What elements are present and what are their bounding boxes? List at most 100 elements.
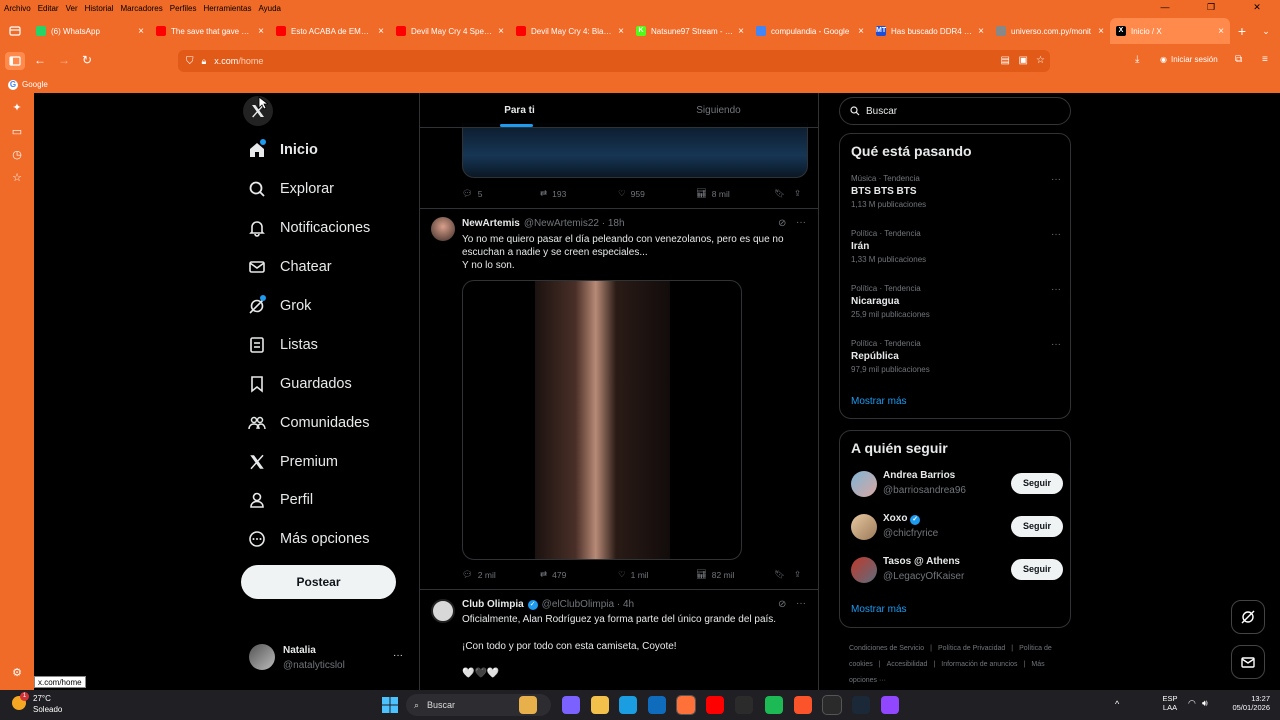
bookmark-tweet-icon[interactable]: 🔖︎ xyxy=(774,569,794,580)
edge-icon[interactable] xyxy=(619,696,637,714)
menu-marcadores[interactable]: Marcadores xyxy=(121,4,163,13)
tab-for-you[interactable]: Para ti xyxy=(420,93,619,127)
bookmark-google[interactable]: Google xyxy=(22,80,48,89)
account-switcher[interactable]: Natalia @natalyticslol ··· xyxy=(241,636,411,676)
clock[interactable]: 13:27 05/01/2026 xyxy=(1226,694,1270,712)
avatar[interactable] xyxy=(851,471,877,497)
firefox-icon[interactable] xyxy=(676,695,696,715)
avatar[interactable] xyxy=(431,599,455,623)
avatar[interactable] xyxy=(431,217,455,241)
browser-tab[interactable]: compulandia - Google × xyxy=(750,18,870,44)
browser-tab[interactable]: MT Has buscado DDR4 - P × xyxy=(870,18,990,44)
menu-ver[interactable]: Ver xyxy=(66,4,78,13)
nav-item-premium[interactable]: Premium xyxy=(248,453,338,471)
menu-historial[interactable]: Historial xyxy=(85,4,114,13)
reload-icon[interactable]: ↻ xyxy=(82,53,92,67)
menu-perfiles[interactable]: Perfiles xyxy=(170,4,197,13)
repost-button[interactable]: ⇄ 193 xyxy=(540,188,618,199)
tab-list-icon[interactable] xyxy=(0,25,30,37)
grok-fab-button[interactable] xyxy=(1231,600,1265,634)
close-window-icon[interactable]: ✕ xyxy=(1234,0,1280,16)
footer-link[interactable]: Condiciones de Servicio xyxy=(849,645,924,652)
menu-icon[interactable]: ≡ xyxy=(1262,54,1268,65)
widgets-icon[interactable] xyxy=(519,696,537,714)
trend-item[interactable]: Música · Tendencia BTS BTS BTS 1,13 M publ… xyxy=(851,174,1061,209)
volume-icon[interactable]: 🔊︎ xyxy=(1202,698,1208,709)
trend-more-icon[interactable]: ··· xyxy=(1051,284,1061,295)
close-tab-icon[interactable]: × xyxy=(378,26,384,37)
close-tab-icon[interactable]: × xyxy=(978,26,984,37)
tweet-more-icon[interactable]: ··· xyxy=(796,217,806,228)
nav-item-explorar[interactable]: Explorar xyxy=(248,180,334,198)
back-icon[interactable]: ← xyxy=(34,53,46,67)
trend-more-icon[interactable]: ··· xyxy=(1051,339,1061,350)
nav-item-guardados[interactable]: Guardados xyxy=(248,375,352,393)
tweet-author-handle[interactable]: @elClubOlimpia · 4h xyxy=(542,599,634,610)
windows-start-icon[interactable] xyxy=(381,696,399,714)
tweet-author-name[interactable]: Club Olimpia xyxy=(462,599,524,610)
follow-suggestion[interactable]: Xoxo ✓ @chicfryrice Seguir xyxy=(851,512,1063,542)
search-input[interactable]: Buscar xyxy=(839,97,1071,125)
settings-icon[interactable]: ⚙ xyxy=(11,667,23,679)
avatar[interactable] xyxy=(851,514,877,540)
sidebar-toggle-icon[interactable] xyxy=(5,52,25,70)
copilot-icon[interactable] xyxy=(562,696,580,714)
menu-archivo[interactable]: Archivo xyxy=(4,4,31,13)
follow-button[interactable]: Seguir xyxy=(1011,559,1063,580)
menu-herramientas[interactable]: Herramientas xyxy=(203,4,251,13)
more-icon[interactable]: ··· xyxy=(393,650,403,661)
close-tab-icon[interactable]: × xyxy=(258,26,264,37)
nav-item-chatear[interactable]: Chatear xyxy=(248,258,332,276)
follow-suggestion[interactable]: Tasos @ Athens @LegacyOfKaiser Seguir xyxy=(851,555,1063,585)
close-tab-icon[interactable]: × xyxy=(858,26,864,37)
file-explorer-icon[interactable] xyxy=(591,696,609,714)
browser-tab[interactable]: Devil May Cry 4: Blacke × xyxy=(510,18,630,44)
nav-item-notificaciones[interactable]: Notificaciones xyxy=(248,219,370,237)
browser-tab[interactable]: Devil May Cry 4 Special × xyxy=(390,18,510,44)
github-icon[interactable] xyxy=(735,696,753,714)
share-icon[interactable]: ⇪ xyxy=(794,188,808,199)
follow-suggestion[interactable]: Andrea Barrios @barriosandrea96 Seguir xyxy=(851,469,1063,499)
nav-item-comunidades[interactable]: Comunidades xyxy=(248,414,369,432)
like-button[interactable]: ♡ 1 mil xyxy=(618,569,696,580)
show-more-trends-link[interactable]: Mostrar más xyxy=(851,396,907,407)
footer-link[interactable]: Accesibilidad xyxy=(887,661,928,668)
browser-tab[interactable]: K Natsune97 Stream - Wa × xyxy=(630,18,750,44)
tweet-author-name[interactable]: NewArtemis xyxy=(462,218,520,229)
grok-icon[interactable]: ⊘ xyxy=(778,599,786,610)
tweet-author-handle[interactable]: @NewArtemis22 · 18h xyxy=(524,218,625,229)
weather-desc[interactable]: Soleado xyxy=(33,705,62,714)
footer-link[interactable]: Información de anuncios xyxy=(941,661,1017,668)
trend-more-icon[interactable]: ··· xyxy=(1051,174,1061,185)
picture-in-picture-icon[interactable]: ▣ xyxy=(1019,55,1028,66)
follow-button[interactable]: Seguir xyxy=(1011,516,1063,537)
nav-item-listas[interactable]: Listas xyxy=(248,336,318,354)
close-tab-icon[interactable]: × xyxy=(498,26,504,37)
tray-overflow-icon[interactable]: ^ xyxy=(1115,699,1119,709)
close-tab-icon[interactable]: × xyxy=(738,26,744,37)
weather-temp[interactable]: 27°C xyxy=(33,694,51,703)
browser-tab[interactable]: (6) WhatsApp × xyxy=(30,18,150,44)
epic-games-icon[interactable] xyxy=(822,695,842,715)
language-indicator[interactable]: ESP LAA xyxy=(1160,694,1180,712)
bookmark-tweet-icon[interactable]: 🔖︎ xyxy=(774,188,794,199)
history-icon[interactable]: ◷ xyxy=(11,149,23,161)
signin-button[interactable]: ◉ Iniciar sesión xyxy=(1160,55,1218,64)
views-button[interactable]: 📊︎ 8 mil xyxy=(696,188,774,199)
address-bar[interactable]: ⛉ 🔒︎ x.com/home ▤ ▣ ☆ xyxy=(178,50,1050,72)
share-icon[interactable]: ⇪ xyxy=(794,569,808,580)
nav-item-más-opciones[interactable]: Más opciones xyxy=(248,530,369,548)
tweet-media-image[interactable] xyxy=(462,123,808,178)
star-icon[interactable]: ☆ xyxy=(1036,55,1045,66)
menu-editar[interactable]: Editar xyxy=(38,4,59,13)
shield-icon[interactable]: ⛉ xyxy=(186,56,194,67)
tab-following[interactable]: Siguiendo xyxy=(619,93,818,127)
trend-item[interactable]: Política · Tendencia Nicaragua 25,9 mil pu… xyxy=(851,284,1061,319)
follow-button[interactable]: Seguir xyxy=(1011,473,1063,494)
nav-item-perfil[interactable]: Perfil xyxy=(248,491,313,509)
minimize-icon[interactable]: — xyxy=(1142,0,1188,16)
extensions-icon[interactable]: ⧉ xyxy=(1235,54,1242,65)
trend-item[interactable]: Política · Tendencia República 97,9 mil pu… xyxy=(851,339,1061,374)
reply-button[interactable]: 💬︎ 5 xyxy=(462,188,540,199)
browser-tab[interactable]: universo.com.py/monit × xyxy=(990,18,1110,44)
